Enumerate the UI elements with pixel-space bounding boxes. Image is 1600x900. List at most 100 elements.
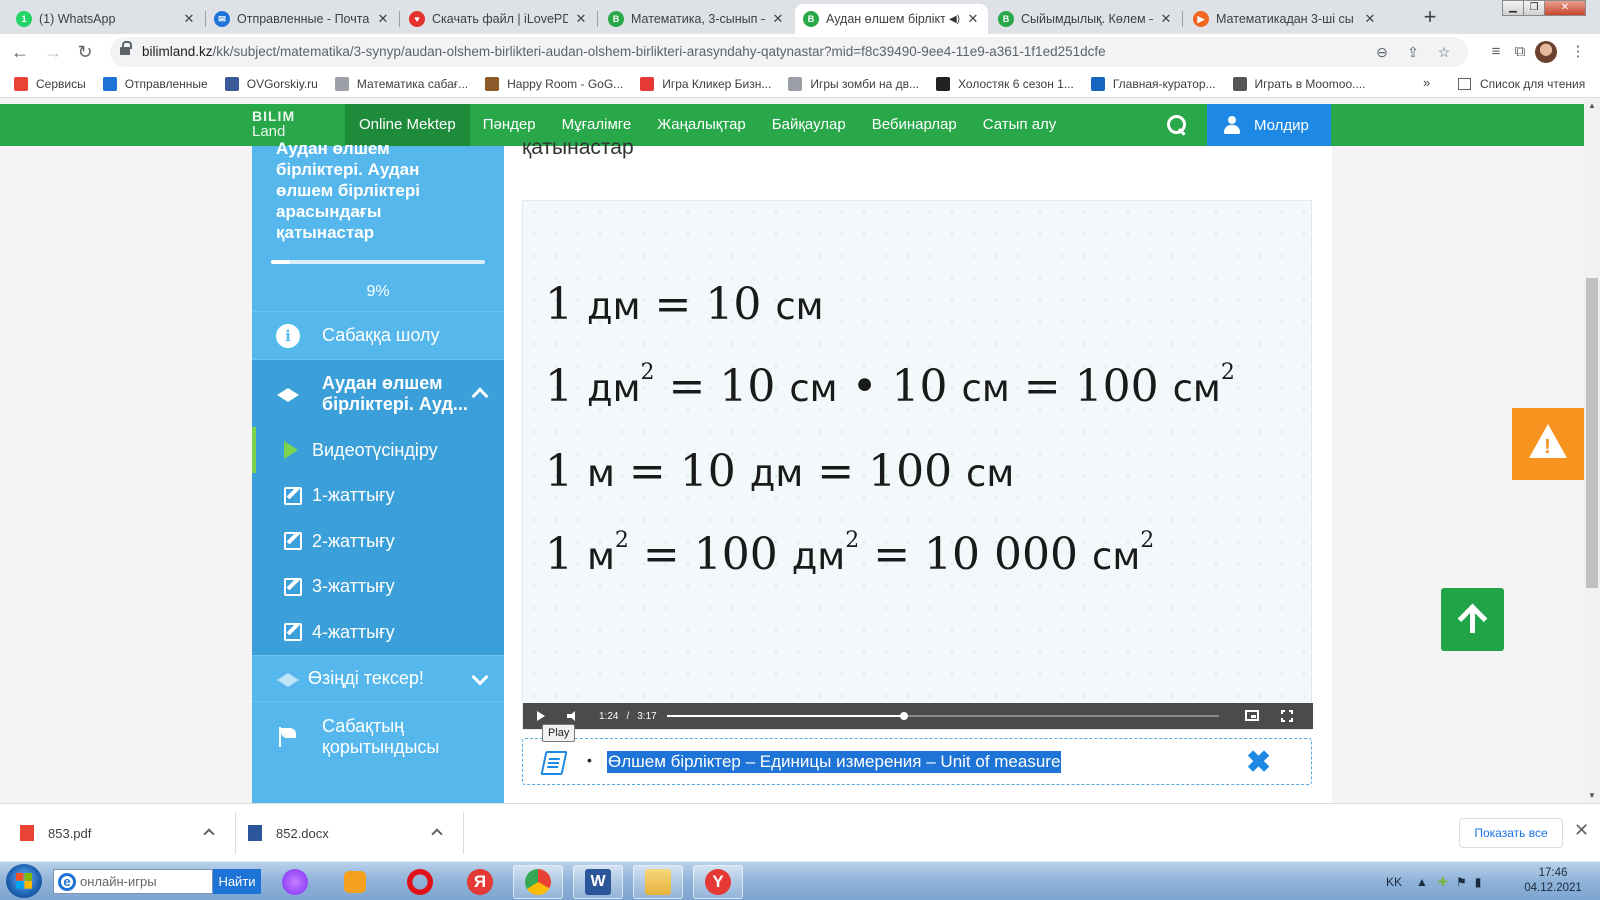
close-tab-icon[interactable]: ✕ [574, 11, 588, 27]
lock-icon[interactable] [120, 41, 132, 57]
language-indicator[interactable]: KK [1386, 875, 1402, 889]
reload-icon[interactable]: ↻ [73, 40, 97, 64]
sidebar-item-exercise[interactable]: 2-жаттығу [252, 518, 504, 565]
close-icon[interactable]: ✖ [1246, 745, 1271, 780]
bookmark-item[interactable]: Играть в Moomoo.... [1232, 76, 1365, 91]
nav-link[interactable]: Жаңалықтар [644, 104, 758, 146]
tray-expand-icon[interactable]: ▲ [1416, 875, 1428, 889]
back-icon[interactable]: ← [8, 40, 32, 64]
bookmark-item[interactable]: OVGorskiy.ru [224, 76, 318, 91]
reading-list-button[interactable]: Список для чтения [1458, 70, 1585, 98]
close-window-button[interactable]: ✕ [1544, 0, 1586, 16]
forward-icon[interactable]: → [41, 40, 65, 64]
bookmark-item[interactable]: Сервисы [14, 76, 86, 91]
close-tab-icon[interactable]: ✕ [182, 11, 196, 27]
chevron-up-icon[interactable] [203, 828, 215, 840]
action-center-flag-icon[interactable]: ⚑ [1456, 875, 1467, 889]
fullscreen-icon[interactable] [1281, 710, 1293, 722]
bookmark-item[interactable]: Happy Room - GoG... [485, 76, 623, 91]
address-bar[interactable]: bilimland.kz/kk/subject/matematika/3-syn… [110, 37, 1468, 67]
start-button[interactable] [6, 864, 42, 898]
browser-tab[interactable]: B Сыйымдылық. Көлем – M ✕ [990, 4, 1181, 34]
scroll-up-arrow[interactable]: ▲ [1588, 101, 1596, 110]
taskbar-clock[interactable]: 17:46 04.12.2021 [1520, 866, 1586, 896]
extensions-icon[interactable]: ⧉ [1508, 40, 1532, 64]
chevron-up-icon[interactable] [431, 828, 443, 840]
close-icon[interactable]: ✕ [1574, 820, 1589, 841]
picture-in-picture-icon[interactable] [1245, 710, 1259, 721]
sidebar-item-exercise[interactable]: 3-жаттығу [252, 563, 504, 610]
taskbar-search-input[interactable]: e онлайн-игры [53, 869, 213, 894]
bookmark-star-icon[interactable]: ☆ [1435, 43, 1453, 61]
new-tab-button[interactable]: + [1417, 5, 1443, 31]
scroll-to-top-button[interactable] [1441, 588, 1504, 651]
share-icon[interactable]: ⇪ [1404, 43, 1422, 61]
media-player-icon[interactable] [330, 865, 380, 899]
page-scrollbar[interactable]: ▲ ▼ [1584, 98, 1600, 803]
menu-icon[interactable]: ⋮ [1566, 40, 1590, 64]
video-seek-handle[interactable] [900, 712, 909, 720]
edit-icon [284, 486, 302, 505]
sidebar-item-self-check[interactable]: Өзіңді тексер! [252, 655, 504, 701]
sidebar-section-area-units[interactable]: Аудан өлшем бірліктері. Ауд... [252, 359, 504, 427]
chrome-icon[interactable] [513, 865, 563, 899]
sidebar-item-exercise[interactable]: 4-жаттығу [252, 609, 504, 656]
download-item[interactable]: 852.docx [248, 804, 329, 862]
word-icon[interactable]: W [573, 865, 623, 899]
bookmark-item[interactable]: Игры зомби на дв... [788, 76, 919, 91]
chevron-down-icon[interactable] [471, 668, 489, 686]
close-tab-icon[interactable]: ✕ [771, 11, 785, 27]
bookmark-item[interactable]: Отправленные [102, 76, 208, 91]
nav-link[interactable]: Байқаулар [759, 104, 859, 146]
nav-link[interactable]: Сатып алу [970, 104, 1070, 146]
browser-tab[interactable]: ✉ Отправленные - Почта M ✕ [206, 4, 398, 34]
file-explorer-icon[interactable] [633, 865, 683, 899]
close-tab-icon[interactable]: ✕ [1159, 11, 1173, 27]
restore-button[interactable]: ❐ [1523, 0, 1545, 16]
bookmark-item[interactable]: Игра Кликер Бизн... [640, 76, 771, 91]
show-all-downloads-button[interactable]: Показать все [1459, 818, 1563, 848]
network-icon[interactable]: ▮ [1475, 875, 1482, 889]
search-icon[interactable] [1166, 114, 1188, 136]
user-menu-button[interactable]: Молдир [1207, 104, 1331, 146]
zoom-icon[interactable]: ⊖ [1373, 43, 1391, 61]
chevron-up-icon[interactable] [471, 387, 489, 405]
bilimland-logo[interactable]: BILIM Land [252, 108, 295, 140]
browser-tab[interactable]: ♥ Скачать файл | iLovePDF ✕ [401, 4, 596, 34]
download-item[interactable]: 853.pdf [20, 804, 91, 862]
browser-tab[interactable]: ▶ Математикадан 3-ші сы ✕ [1185, 4, 1385, 34]
sidebar-item-exercise[interactable]: 1-жаттығу [252, 472, 504, 519]
play-icon[interactable] [537, 711, 545, 721]
video-seek-bar[interactable] [667, 712, 1219, 720]
close-tab-icon[interactable]: ✕ [1363, 11, 1377, 27]
yandex-browser-icon[interactable]: Y [693, 865, 743, 899]
alice-assistant-icon[interactable] [270, 865, 320, 899]
yandex-icon[interactable]: Я [455, 865, 505, 899]
sidebar-item-video[interactable]: Видеотүсіндіру [252, 427, 504, 473]
bookmark-item[interactable]: Математика сабағ... [334, 76, 468, 91]
sidebar-item-conclusion[interactable]: Сабақтың қорытындысы [252, 701, 504, 771]
close-tab-icon[interactable]: ✕ [966, 11, 980, 27]
scroll-thumb[interactable] [1586, 278, 1598, 588]
bookmarks-more-button[interactable]: » [1423, 75, 1430, 90]
url-text[interactable]: bilimland.kz/kk/subject/matematika/3-syn… [142, 44, 1106, 59]
minimize-button[interactable]: ▁ [1502, 0, 1524, 16]
volume-icon[interactable] [567, 711, 579, 721]
opera-icon[interactable] [395, 865, 445, 899]
close-tab-icon[interactable]: ✕ [376, 11, 390, 27]
bookmark-item[interactable]: Главная-куратор... [1090, 76, 1216, 91]
profile-avatar[interactable] [1535, 41, 1557, 63]
browser-tab[interactable]: B Аудан өлшем бірлікт ◀) ✕ [795, 4, 988, 34]
speaker-icon[interactable]: ◀) [949, 14, 960, 25]
report-problem-button[interactable]: ! [1512, 408, 1584, 480]
sidebar-item-overview[interactable]: i Сабаққа шолу [252, 311, 504, 359]
media-control-icon[interactable]: ≡ [1484, 40, 1508, 64]
browser-tab[interactable]: 1 (1) WhatsApp ✕ [8, 4, 204, 34]
nav-link[interactable]: Вебинарлар [859, 104, 970, 146]
video-player[interactable]: 1 дм = 10 см 1 дм2 = 10 см • 10 см = 100 … [522, 200, 1313, 730]
scroll-down-arrow[interactable]: ▼ [1588, 791, 1596, 800]
bookmark-item[interactable]: Холостяк 6 сезон 1... [936, 76, 1074, 91]
tray-app-icon[interactable]: ✚ [1438, 875, 1448, 889]
taskbar-search-button[interactable]: Найти [213, 869, 261, 894]
browser-tab[interactable]: B Математика, 3-сынып – ✕ [600, 4, 793, 34]
